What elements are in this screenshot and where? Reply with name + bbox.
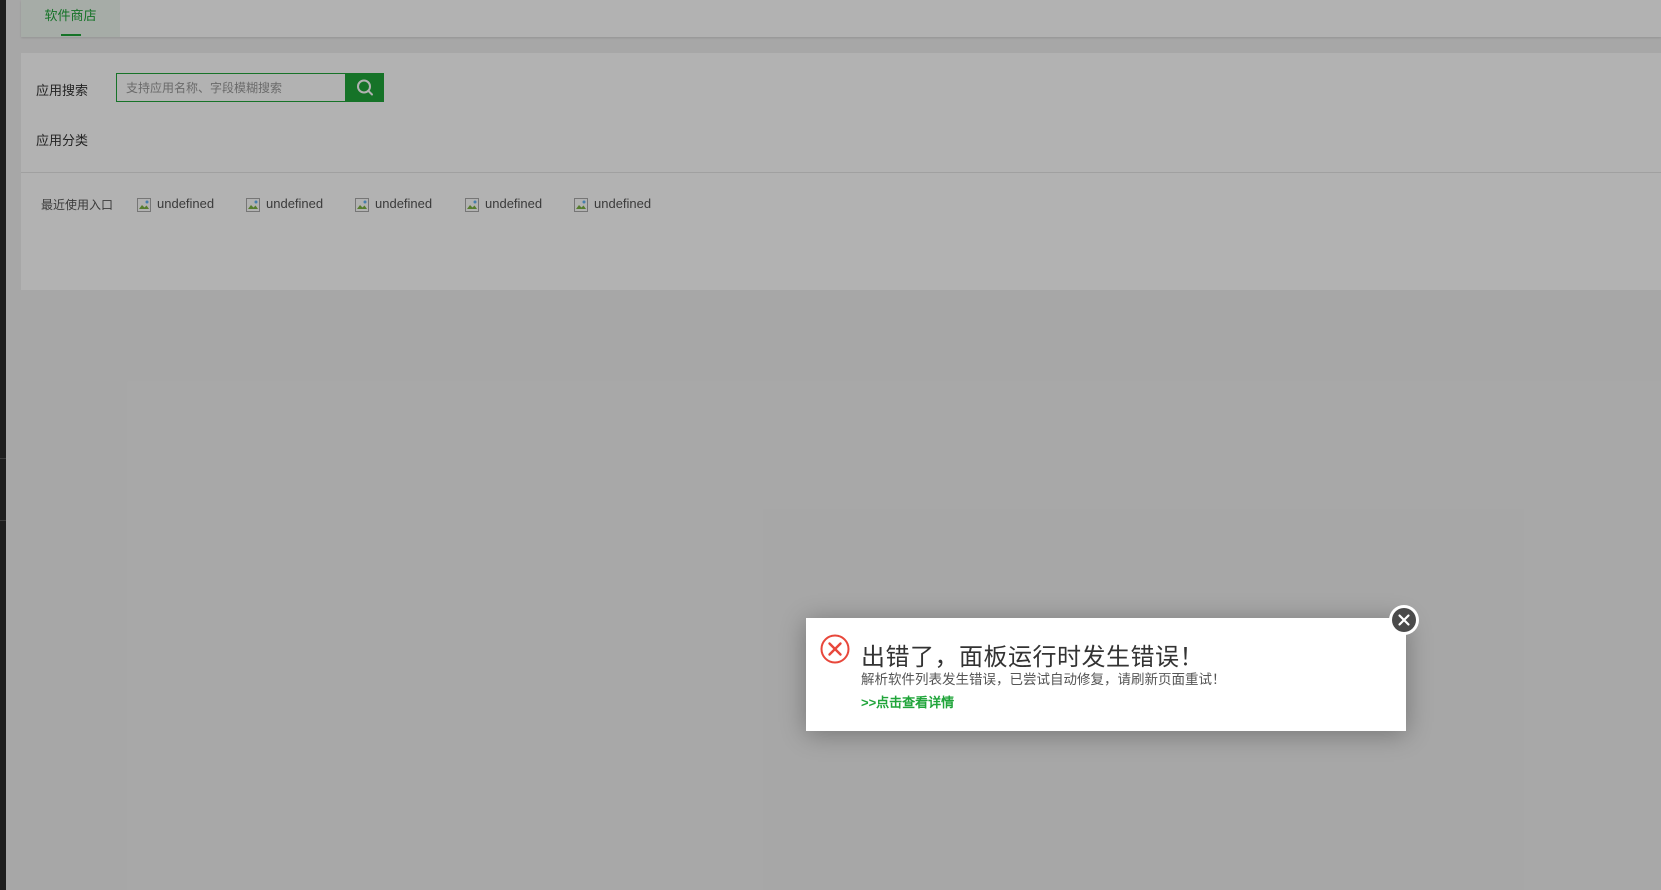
modal-overlay[interactable] — [0, 0, 1661, 890]
close-icon — [1392, 608, 1416, 632]
error-title: 出错了，面板运行时发生错误！ — [861, 644, 1204, 671]
error-circle-icon — [820, 634, 850, 664]
error-dialog: 出错了，面板运行时发生错误！ 解析软件列表发生错误，已尝试自动修复，请刷新页面重… — [806, 618, 1406, 731]
error-message: 解析软件列表发生错误，已尝试自动修复，请刷新页面重试！ — [861, 672, 1226, 687]
close-dialog-button[interactable] — [1389, 605, 1419, 635]
view-details-link[interactable]: >>点击查看详情 — [861, 692, 954, 711]
